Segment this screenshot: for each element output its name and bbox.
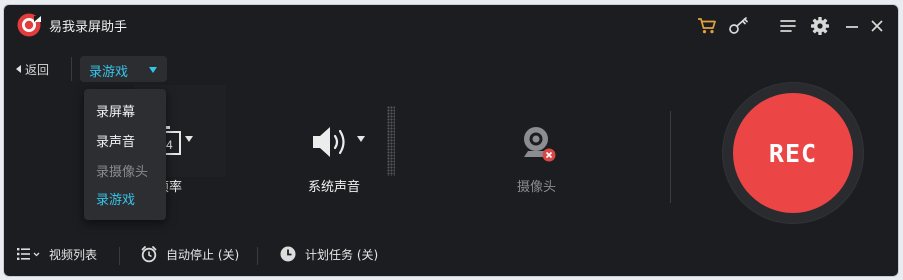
app-title: 易我录屏助手: [49, 20, 128, 35]
back-arrow-icon: [16, 65, 21, 73]
volume-meter: [387, 106, 395, 176]
app-logo-icon: [17, 13, 41, 37]
bottom-divider-2: [257, 247, 258, 265]
bottom-bar: 视频列表 自动停止 (关) 计划任务 (关): [4, 232, 898, 276]
caret-down-icon: [149, 67, 157, 73]
sound-caret-icon: [357, 136, 365, 142]
close-icon[interactable]: [866, 15, 888, 37]
auto-stop-button[interactable]: 自动停止 (关): [140, 244, 239, 264]
schedule-task-button[interactable]: 计划任务 (关): [279, 244, 378, 264]
dropdown-item-record-screen[interactable]: 录屏幕: [96, 101, 135, 120]
dropdown-item-record-webcam: 录摄像头: [96, 165, 149, 180]
schedule-task-label: 计划任务 (关): [305, 247, 379, 262]
mode-dropdown-menu: 录屏幕 录声音 录摄像头 录游戏: [84, 89, 166, 220]
rec-button[interactable]: REC: [733, 93, 853, 213]
cart-icon[interactable]: [696, 15, 718, 37]
bottom-divider-1: [119, 247, 120, 265]
camera-control[interactable]: 摄像头: [504, 121, 574, 201]
app-window: 易我录屏助手 返回 录游戏 4 帧率 系统声音 摄像头 REC 录屏幕 录声音 …: [4, 5, 898, 276]
list-icon: [17, 248, 40, 260]
auto-stop-label: 自动停止 (关): [166, 247, 240, 262]
settings-icon[interactable]: [809, 15, 831, 37]
alarm-clock-icon: [141, 246, 157, 263]
video-list-button[interactable]: 视频列表: [17, 244, 97, 264]
back-label: 返回: [25, 62, 50, 77]
mode-bar-divider: [71, 57, 72, 81]
menu-icon[interactable]: [777, 15, 799, 37]
key-icon[interactable]: [728, 15, 750, 37]
dropdown-item-record-game[interactable]: 录游戏: [96, 189, 135, 208]
webcam-icon: [524, 127, 556, 162]
system-sound-label: 系统声音: [308, 180, 361, 195]
fps-value: 4: [166, 138, 173, 152]
mode-select-value: 录游戏: [89, 65, 129, 80]
camera-label: 摄像头: [517, 180, 557, 195]
title-bar: 易我录屏助手: [4, 5, 898, 45]
back-button[interactable]: 返回: [16, 61, 49, 77]
video-list-label: 视频列表: [49, 247, 98, 262]
dropdown-item-record-audio[interactable]: 录声音: [96, 131, 135, 150]
fps-caret-icon[interactable]: [185, 136, 193, 142]
minimize-icon[interactable]: [841, 15, 863, 37]
speaker-icon: [313, 127, 345, 157]
rec-divider: [670, 111, 671, 203]
clock-icon: [280, 246, 296, 262]
system-sound-control[interactable]: 系统声音: [294, 121, 394, 201]
mode-select[interactable]: 录游戏: [80, 56, 167, 82]
